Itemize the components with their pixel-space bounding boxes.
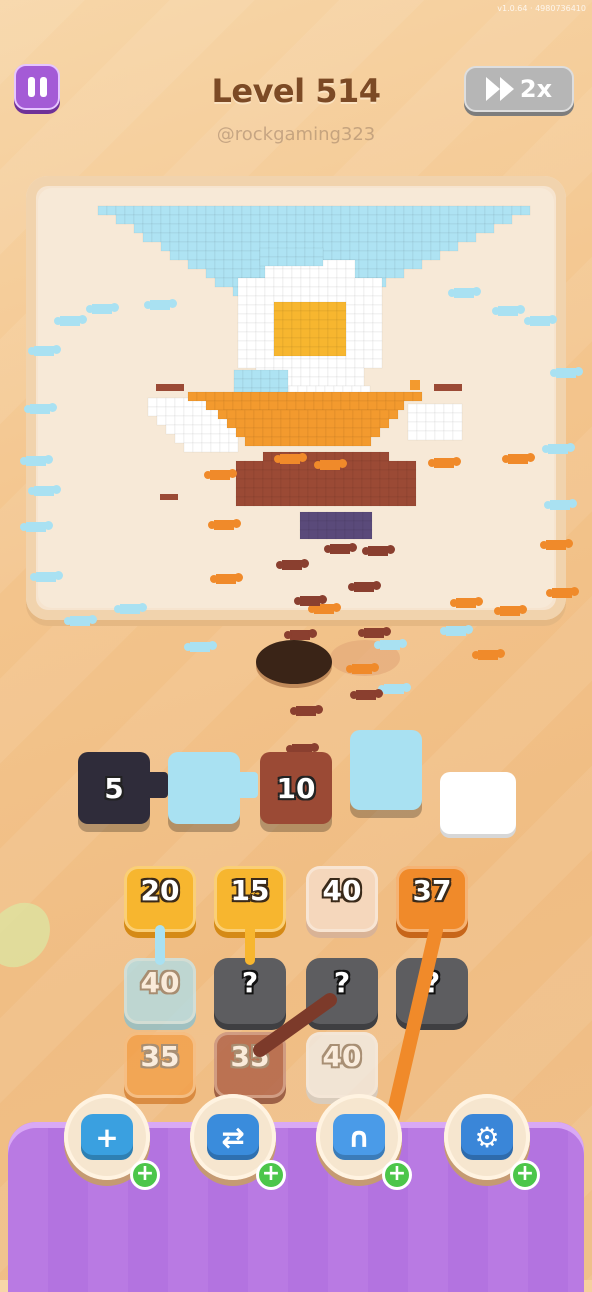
ant bbox=[294, 595, 327, 606]
ant bbox=[64, 615, 97, 626]
pixel-art-picture bbox=[97, 205, 531, 540]
speed-button[interactable]: 2x bbox=[464, 66, 574, 112]
ant bbox=[540, 539, 573, 550]
color-tile[interactable]: 15 bbox=[214, 866, 286, 932]
queue-count: 10 bbox=[276, 771, 316, 805]
ant bbox=[210, 573, 243, 584]
queue-slot-5 bbox=[440, 772, 516, 834]
tile-count: ? bbox=[423, 966, 441, 999]
tile-count: 40 bbox=[322, 1040, 362, 1073]
ant bbox=[184, 641, 217, 652]
mystery-tile[interactable]: ? bbox=[396, 958, 468, 1024]
board-surface bbox=[38, 188, 554, 608]
color-tile[interactable]: 37 bbox=[396, 866, 468, 932]
add-slot-booster[interactable]: + + bbox=[64, 1094, 160, 1190]
ant bbox=[324, 543, 357, 554]
ant-hole bbox=[256, 640, 332, 684]
puzzle-board bbox=[26, 176, 566, 620]
ant bbox=[502, 453, 535, 464]
gear-lock-icon: ⚙ bbox=[461, 1114, 513, 1160]
ant bbox=[274, 453, 307, 464]
add-booster-icon[interactable]: + bbox=[130, 1160, 160, 1190]
ant bbox=[428, 457, 461, 468]
ant bbox=[350, 689, 383, 700]
ant bbox=[348, 581, 381, 592]
ant bbox=[208, 519, 241, 530]
color-tile[interactable]: 35 bbox=[214, 1032, 286, 1098]
speed-label: 2x bbox=[519, 75, 553, 103]
ant bbox=[358, 627, 391, 638]
tile-count: 35 bbox=[140, 1040, 180, 1073]
tile-count: 20 bbox=[140, 874, 180, 907]
ant bbox=[546, 587, 579, 598]
box-plus-icon: + bbox=[81, 1114, 133, 1160]
ant bbox=[494, 605, 527, 616]
swap-arrows-icon: ⇄ bbox=[207, 1114, 259, 1160]
magnet-icon: ∩ bbox=[333, 1114, 385, 1160]
ant bbox=[144, 299, 177, 310]
ant bbox=[524, 315, 557, 326]
version-label: v1.0.64 · 4980736410 bbox=[497, 4, 586, 13]
color-tile[interactable]: 20 bbox=[124, 866, 196, 932]
add-booster-icon[interactable]: + bbox=[256, 1160, 286, 1190]
shuffle-booster[interactable]: ⇄ + bbox=[190, 1094, 286, 1190]
ant bbox=[450, 597, 483, 608]
ant bbox=[440, 625, 473, 636]
ant bbox=[378, 683, 411, 694]
add-booster-icon[interactable]: + bbox=[382, 1160, 412, 1190]
tile-count: 40 bbox=[140, 966, 180, 999]
ant bbox=[30, 571, 63, 582]
ant bbox=[346, 663, 379, 674]
ant bbox=[86, 303, 119, 314]
queue-count: 5 bbox=[104, 771, 124, 805]
ant bbox=[448, 287, 481, 298]
cannon-nozzle-icon bbox=[146, 772, 168, 798]
ant bbox=[290, 705, 323, 716]
queue-slot-1[interactable]: 5 bbox=[78, 752, 168, 824]
tile-count: 15 bbox=[230, 874, 270, 907]
mystery-tile[interactable]: ? bbox=[306, 958, 378, 1024]
add-booster-icon[interactable]: + bbox=[510, 1160, 540, 1190]
magnet-booster[interactable]: ∩ + bbox=[316, 1094, 412, 1190]
ant bbox=[28, 485, 61, 496]
queue-slot-3[interactable]: 10 bbox=[260, 752, 332, 824]
color-tile[interactable]: 40 bbox=[306, 866, 378, 932]
ant bbox=[550, 367, 583, 378]
ant bbox=[20, 521, 53, 532]
tile-count: 35 bbox=[230, 1040, 270, 1073]
tile-count: ? bbox=[333, 966, 351, 999]
ant bbox=[314, 459, 347, 470]
ant bbox=[542, 443, 575, 454]
color-tile[interactable]: 40 bbox=[306, 1032, 378, 1098]
ant bbox=[362, 545, 395, 556]
color-tile[interactable]: 35 bbox=[124, 1032, 196, 1098]
mystery-tile[interactable]: ? bbox=[214, 958, 286, 1024]
tile-count: 40 bbox=[322, 874, 362, 907]
ant bbox=[28, 345, 61, 356]
ant bbox=[276, 559, 309, 570]
ant bbox=[284, 629, 317, 640]
unlock-booster[interactable]: ⚙ + bbox=[444, 1094, 540, 1190]
cannon-nozzle-icon bbox=[236, 772, 258, 798]
ant bbox=[20, 455, 53, 466]
ant bbox=[544, 499, 577, 510]
fast-forward-icon bbox=[485, 77, 514, 101]
watermark: @rockgaming323 bbox=[216, 124, 376, 145]
ant bbox=[114, 603, 147, 614]
color-tile[interactable]: 40 bbox=[124, 958, 196, 1024]
queue-slot-4[interactable] bbox=[350, 730, 422, 810]
ant bbox=[24, 403, 57, 414]
tile-count: 37 bbox=[412, 874, 452, 907]
ant bbox=[204, 469, 237, 480]
queue-slot-2[interactable] bbox=[168, 752, 258, 824]
ant bbox=[374, 639, 407, 650]
tile-count: ? bbox=[241, 966, 259, 999]
ant bbox=[54, 315, 87, 326]
ant bbox=[472, 649, 505, 660]
ant bbox=[492, 305, 525, 316]
